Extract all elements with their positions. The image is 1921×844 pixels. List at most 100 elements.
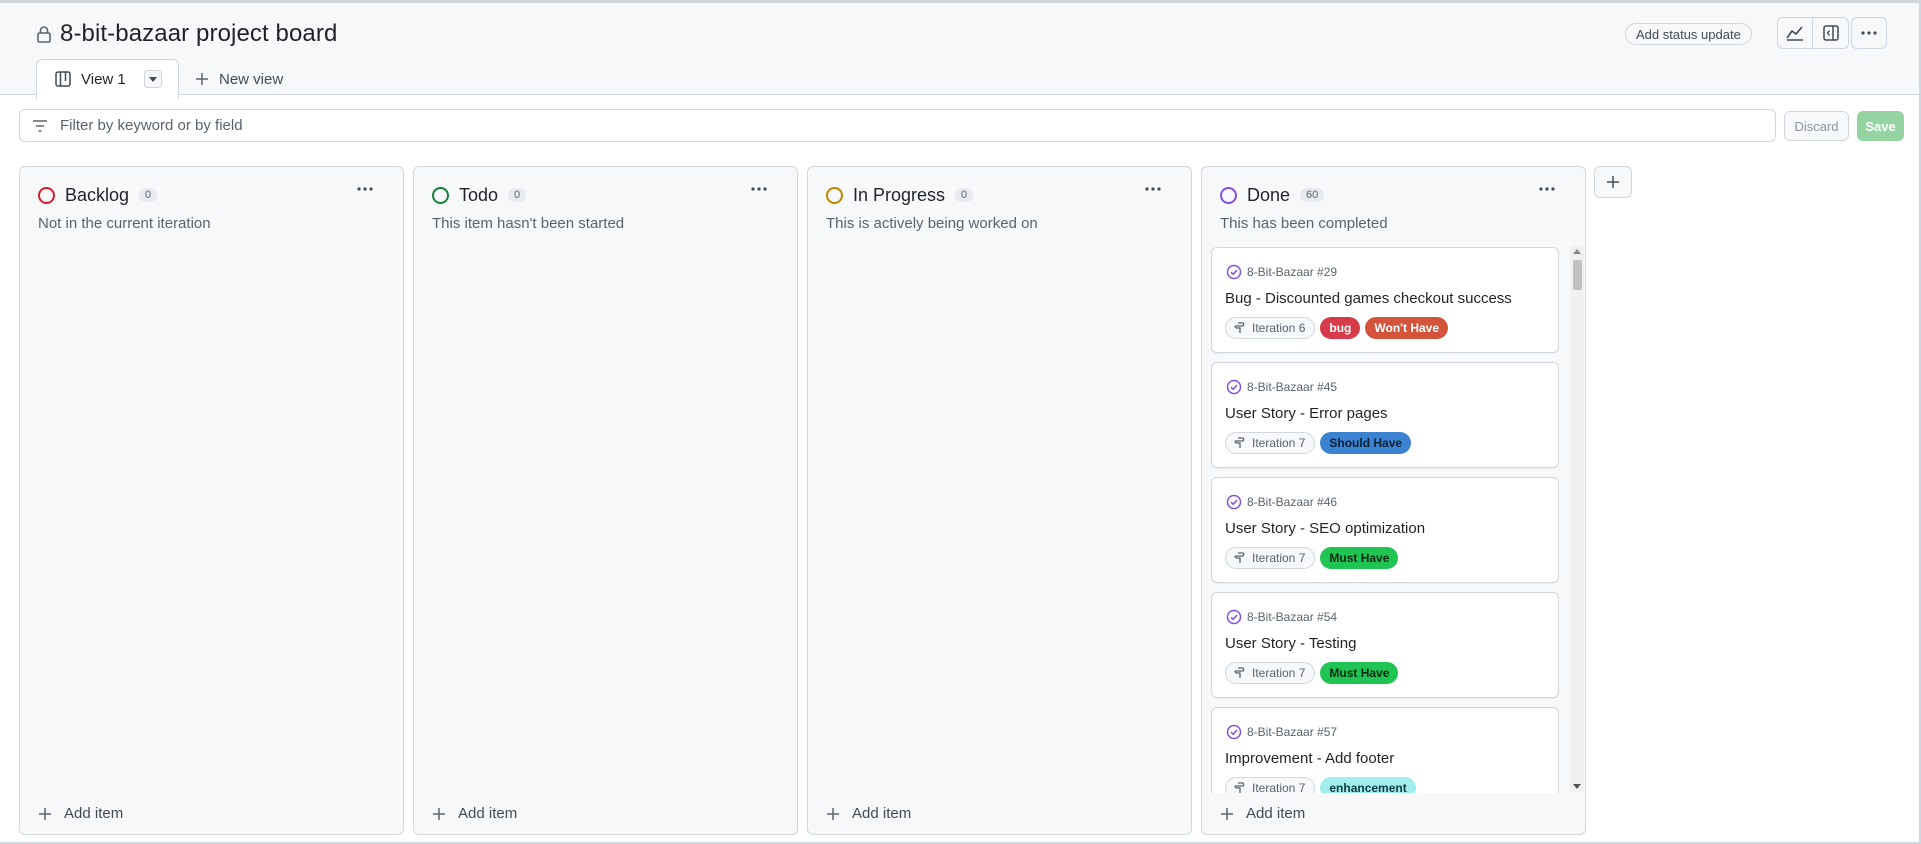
card-labels: Iteration 6 bug Won't Have	[1225, 317, 1449, 339]
column-header: Backlog 0	[38, 183, 158, 207]
add-column-button[interactable]	[1594, 166, 1632, 198]
column-header: Todo 0	[432, 183, 527, 207]
card-ref[interactable]: 8-Bit-Bazaar #46	[1226, 494, 1337, 510]
card-title[interactable]: Bug - Discounted games checkout success	[1225, 290, 1512, 307]
column-more-button[interactable]	[353, 181, 377, 197]
label-badge[interactable]: enhancement	[1320, 777, 1416, 793]
save-button[interactable]: Save	[1857, 111, 1904, 141]
label-badge[interactable]: Won't Have	[1365, 317, 1449, 339]
card-title[interactable]: Improvement - Add footer	[1225, 750, 1394, 767]
card-ref-text: 8-Bit-Bazaar #29	[1247, 265, 1338, 279]
insights-button[interactable]	[1777, 17, 1813, 49]
card-list-scrollbar[interactable]	[1570, 246, 1584, 792]
iteration-icon	[1234, 322, 1245, 333]
view-options-dropdown[interactable]	[144, 70, 162, 88]
kebab-horizontal-icon	[357, 187, 373, 191]
lock-icon	[37, 26, 51, 43]
column-more-button[interactable]	[1141, 181, 1165, 197]
issue-closed-icon	[1226, 379, 1242, 395]
plus-icon	[196, 73, 208, 85]
column-name: Done	[1247, 184, 1291, 205]
add-item-button[interactable]: Add item	[38, 805, 123, 822]
iteration-token[interactable]: Iteration 7	[1225, 777, 1316, 793]
card-ref[interactable]: 8-Bit-Bazaar #29	[1226, 264, 1337, 280]
label-badge[interactable]: Must Have	[1320, 662, 1399, 684]
filter-icon	[33, 119, 47, 132]
card-ref-text: 8-Bit-Bazaar #45	[1247, 380, 1338, 394]
column-count: 0	[508, 188, 527, 202]
issue-closed-icon	[1226, 264, 1242, 280]
tab-view-1-label: View 1	[81, 70, 126, 88]
add-item-label: Add item	[1246, 805, 1306, 822]
project-more-button[interactable]	[1851, 17, 1887, 49]
project-header: 8-bit-bazaar project board Add status up…	[0, 3, 1919, 99]
column-more-button[interactable]	[747, 181, 771, 197]
kebab-horizontal-icon	[1145, 187, 1161, 191]
scrollbar-thumb[interactable]	[1573, 260, 1582, 290]
issue-card[interactable]: 8-Bit-Bazaar #29 Bug - Discounted games …	[1211, 247, 1559, 353]
plus-icon	[827, 807, 839, 820]
iteration-label: Iteration 6	[1252, 321, 1306, 335]
card-ref[interactable]: 8-Bit-Bazaar #57	[1226, 724, 1337, 740]
column-name: Todo	[459, 184, 499, 205]
discard-button[interactable]: Discard	[1784, 111, 1849, 141]
add-item-label: Add item	[458, 805, 518, 822]
kebab-horizontal-icon	[1861, 31, 1877, 35]
label-badge[interactable]: bug	[1320, 317, 1361, 339]
add-item-button[interactable]: Add item	[1220, 805, 1305, 822]
add-item-button[interactable]: Add item	[432, 805, 517, 822]
label-badge[interactable]: Must Have	[1320, 547, 1399, 569]
kebab-horizontal-icon	[1539, 187, 1555, 191]
side-panel-button[interactable]	[1813, 17, 1849, 49]
column-count: 60	[1300, 188, 1325, 202]
card-labels: Iteration 7 enhancement	[1225, 777, 1416, 793]
iteration-label: Iteration 7	[1252, 436, 1306, 450]
label-badge[interactable]: Should Have	[1320, 432, 1412, 454]
iteration-token[interactable]: Iteration 7	[1225, 662, 1316, 684]
plus-icon	[1607, 176, 1619, 188]
iteration-token[interactable]: Iteration 7	[1225, 432, 1316, 454]
iteration-token[interactable]: Iteration 6	[1225, 317, 1316, 339]
tab-view-1[interactable]: View 1	[36, 59, 179, 99]
title-row: 8-bit-bazaar project board	[36, 17, 337, 51]
scroll-up-arrow-icon[interactable]	[1573, 249, 1581, 254]
add-item-button[interactable]: Add item	[826, 805, 911, 822]
column-count: 0	[955, 188, 974, 202]
iteration-icon	[1234, 782, 1245, 793]
scroll-down-arrow-icon[interactable]	[1573, 784, 1581, 789]
issue-card[interactable]: 8-Bit-Bazaar #54 User Story - Testing It…	[1211, 592, 1559, 698]
column-description: This has been completed	[1220, 215, 1388, 232]
column-done: Done 60 This has been completed 8-Bit-Ba…	[1201, 166, 1586, 835]
add-status-update-button[interactable]: Add status update	[1625, 23, 1752, 45]
triangle-down-icon	[149, 76, 157, 82]
issue-closed-icon	[1226, 609, 1242, 625]
column-description: This item hasn't been started	[432, 215, 625, 232]
card-title[interactable]: User Story - SEO optimization	[1225, 520, 1425, 537]
card-ref[interactable]: 8-Bit-Bazaar #45	[1226, 379, 1337, 395]
add-item-label: Add item	[64, 805, 124, 822]
filter-input[interactable]: Filter by keyword or by field	[19, 109, 1776, 142]
card-list: 8-Bit-Bazaar #29 Bug - Discounted games …	[1211, 247, 1561, 793]
card-ref-text: 8-Bit-Bazaar #57	[1247, 725, 1338, 739]
card-ref-text: 8-Bit-Bazaar #46	[1247, 495, 1338, 509]
plus-icon	[39, 807, 51, 820]
column-name: In Progress	[853, 184, 946, 205]
issue-closed-icon	[1226, 494, 1242, 510]
column-header: Done 60	[1220, 183, 1325, 207]
issue-card[interactable]: 8-Bit-Bazaar #46 User Story - SEO optimi…	[1211, 477, 1559, 583]
status-circle-icon	[432, 186, 449, 204]
column-more-button[interactable]	[1535, 181, 1559, 197]
card-ref[interactable]: 8-Bit-Bazaar #54	[1226, 609, 1337, 625]
iteration-token[interactable]: Iteration 7	[1225, 547, 1316, 569]
column-in-progress: In Progress 0 This is actively being wor…	[807, 166, 1192, 835]
filter-placeholder: Filter by keyword or by field	[60, 117, 243, 134]
card-title[interactable]: User Story - Error pages	[1225, 405, 1388, 422]
status-circle-icon	[38, 186, 55, 204]
iteration-label: Iteration 7	[1252, 551, 1306, 565]
new-view-button[interactable]: New view	[179, 59, 283, 99]
iteration-label: Iteration 7	[1252, 666, 1306, 680]
issue-card[interactable]: 8-Bit-Bazaar #57 Improvement - Add foote…	[1211, 707, 1559, 793]
card-ref-text: 8-Bit-Bazaar #54	[1247, 610, 1338, 624]
issue-card[interactable]: 8-Bit-Bazaar #45 User Story - Error page…	[1211, 362, 1559, 468]
card-title[interactable]: User Story - Testing	[1225, 635, 1356, 652]
